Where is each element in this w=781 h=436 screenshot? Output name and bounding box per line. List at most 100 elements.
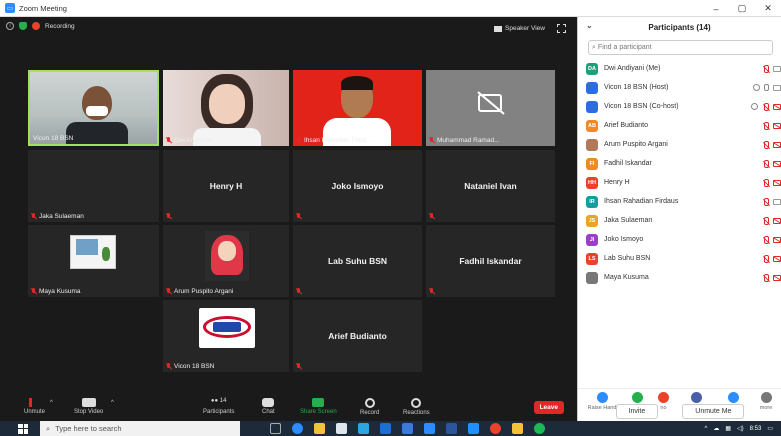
leave-button[interactable]: Leave	[533, 401, 564, 414]
taskbar-search-input[interactable]: ⌕ Type here to search	[40, 421, 240, 436]
network-icon[interactable]: ▦	[725, 425, 731, 432]
share-screen-button[interactable]: Share Screen	[300, 398, 337, 415]
photos-icon[interactable]	[402, 423, 413, 434]
participant-row[interactable]: FI Fadhil Iskandar	[578, 154, 781, 173]
mail-icon[interactable]	[380, 423, 391, 434]
app-icon[interactable]	[358, 423, 369, 434]
close-icon[interactable]: ✕	[755, 0, 781, 17]
stop-video-button[interactable]: Stop Video	[74, 398, 103, 415]
participant-row[interactable]: Maya Kusuma	[578, 268, 781, 287]
chat-button[interactable]: Chat	[262, 398, 275, 415]
participant-row[interactable]: Vicon 18 BSN (Co-host)	[578, 97, 781, 116]
participant-face	[209, 84, 245, 124]
audio-options-caret[interactable]: ^	[50, 400, 53, 406]
panel-title: Participants (14)	[648, 22, 711, 32]
video-options-caret[interactable]: ^	[111, 400, 114, 406]
video-tile[interactable]: Vicon 18 BSN	[28, 70, 159, 146]
video-tile[interactable]: Arief Budianto	[293, 300, 422, 372]
video-tile[interactable]: Jaka Sulaeman	[28, 150, 159, 222]
invite-button[interactable]: Invite	[615, 403, 659, 419]
camera-off-icon	[773, 179, 781, 186]
participant-name: Fadhil Iskandar	[604, 160, 652, 167]
task-view-icon[interactable]	[270, 423, 281, 434]
video-tile[interactable]: Muhammad Ramad...	[426, 70, 555, 146]
muted-mic-icon	[31, 213, 37, 220]
app-icon[interactable]	[512, 423, 523, 434]
tile-big-name: Lab Suhu BSN	[327, 256, 388, 266]
tile-big-name: Henry H	[209, 181, 243, 191]
participant-name: Arief Budianto	[604, 122, 648, 129]
fullscreen-icon[interactable]	[557, 24, 566, 33]
participant-row[interactable]: LS Lab Suhu BSN	[578, 249, 781, 268]
windows-start-icon[interactable]	[18, 423, 28, 434]
muted-mic-icon	[28, 398, 41, 407]
participant-name: Vicon 18 BSN (Host)	[604, 84, 669, 91]
info-icon[interactable]: i	[6, 22, 14, 30]
avatar	[586, 81, 598, 94]
spotify-icon[interactable]	[534, 423, 545, 434]
app-icon[interactable]	[424, 423, 435, 434]
recording-icon	[32, 22, 40, 30]
chrome-icon[interactable]	[490, 423, 501, 434]
chevron-down-icon[interactable]: ⌄	[586, 21, 593, 30]
maximize-icon[interactable]: ▢	[729, 0, 755, 17]
volume-icon[interactable]: ◁)	[737, 425, 744, 432]
meeting-status-bar: i Recording	[6, 22, 75, 30]
tray-chevron-icon[interactable]: ^	[705, 426, 708, 432]
participant-status-icons	[762, 216, 781, 225]
camera-off-icon	[773, 217, 781, 224]
video-tile[interactable]: Dwi Andiyani	[163, 70, 289, 146]
minimize-icon[interactable]: –	[703, 0, 729, 17]
participant-search-input[interactable]: ⌕ Find a participant	[588, 40, 773, 55]
tile-name	[296, 213, 302, 220]
avatar: JI	[586, 233, 598, 246]
record-button[interactable]: Record	[360, 398, 379, 416]
cloud-icon[interactable]: ☁	[713, 425, 719, 432]
avatar: LS	[586, 252, 598, 265]
unmute-button[interactable]: Unmute	[24, 398, 45, 415]
participant-row[interactable]: HH Henry H	[578, 173, 781, 192]
participants-button[interactable]: ●● 14 Participants	[203, 398, 234, 415]
app-icon[interactable]	[468, 423, 479, 434]
unmute-me-button[interactable]: Unmute Me	[682, 403, 745, 419]
video-tile[interactable]: Joko Ismoyo	[293, 150, 422, 222]
tile-name: Dwi Andiyani	[166, 137, 211, 144]
video-tile[interactable]: Vicon 18 BSN	[163, 300, 289, 372]
participant-row[interactable]: Vicon 18 BSN (Host)	[578, 78, 781, 97]
tile-name: Muhammad Ramad...	[429, 137, 500, 144]
video-tile[interactable]: Lab Suhu BSN	[293, 225, 422, 297]
security-shield-icon[interactable]	[19, 22, 27, 30]
recording-status-icon	[751, 103, 758, 110]
participant-list: DA Dwi Andiyani (Me) Vicon 18 BSN (Host) Vi…	[578, 59, 781, 287]
video-tile[interactable]: Maya Kusuma	[28, 225, 159, 297]
participant-status-icons	[762, 121, 781, 130]
clock-time[interactable]: 8:53	[750, 426, 762, 432]
video-tile[interactable]: Ihsan Rahadian Firda...	[293, 70, 422, 146]
video-tile[interactable]: Arum Puspito Argani	[163, 225, 289, 297]
camera-icon	[773, 198, 781, 205]
muted-mic-icon	[166, 288, 172, 295]
participant-row[interactable]: JI Joko Ismoyo	[578, 230, 781, 249]
participant-row[interactable]: DA Dwi Andiyani (Me)	[578, 59, 781, 78]
video-tile[interactable]: Fadhil Iskandar	[426, 225, 555, 297]
camera-off-icon	[773, 141, 781, 148]
video-tile[interactable]: Henry H	[163, 150, 289, 222]
muted-mic-icon	[762, 273, 769, 282]
video-tile[interactable]: Nataniel Ivan	[426, 150, 555, 222]
participant-row[interactable]: Arum Puspito Argani	[578, 135, 781, 154]
participant-row[interactable]: IR Ihsan Rahadian Firdaus	[578, 192, 781, 211]
participant-row[interactable]: AB Arief Budianto	[578, 116, 781, 135]
edge-icon[interactable]	[292, 423, 303, 434]
muted-mic-icon	[429, 213, 435, 220]
chat-icon	[262, 398, 275, 407]
file-explorer-icon[interactable]	[314, 423, 325, 434]
reactions-button[interactable]: Reactions	[403, 398, 430, 416]
notification-icon[interactable]: ▭	[767, 425, 773, 432]
muted-mic-icon	[166, 363, 172, 370]
store-icon[interactable]	[336, 423, 347, 434]
word-icon[interactable]	[446, 423, 457, 434]
speaker-view-button[interactable]: Speaker View	[494, 25, 545, 32]
participant-row[interactable]: JS Jaka Sulaeman	[578, 211, 781, 230]
avatar: IR	[586, 195, 598, 208]
tile-big-name: Nataniel Ivan	[464, 181, 517, 191]
